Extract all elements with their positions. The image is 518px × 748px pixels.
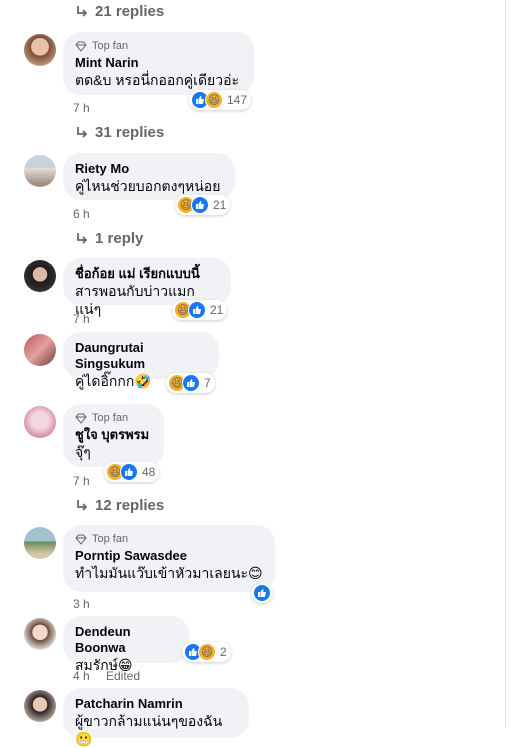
replies-label: 21 replies	[95, 3, 165, 20]
avatar[interactable]	[24, 618, 56, 650]
view-replies-link[interactable]: 31 replies	[75, 124, 164, 141]
commenter-name[interactable]: Porntip Sawasdee	[75, 548, 263, 564]
reaction-count: 21	[213, 198, 227, 212]
avatar[interactable]	[24, 334, 56, 366]
reaction-summary[interactable]	[251, 583, 273, 603]
commenter-name[interactable]: Riety Mo	[75, 161, 223, 177]
avatar[interactable]	[24, 690, 56, 722]
diamond-icon	[75, 413, 87, 424]
replies-label: 31 replies	[95, 124, 165, 141]
reaction-count: 2	[220, 645, 227, 659]
view-replies-link[interactable]: 12 replies	[75, 497, 164, 514]
reaction-summary[interactable]: 😆 2	[182, 642, 231, 662]
commenter-name[interactable]: Patcharin Namrin	[75, 696, 237, 712]
avatar[interactable]	[24, 260, 56, 292]
comment-bubble: Patcharin Namrin ผู้ขาวกล้ามแน่นๆของฉัน😬	[63, 688, 249, 747]
comment-bubble: Top fan ชูใจ บุตรพรม จุ๊ๆ	[63, 404, 164, 467]
diamond-icon	[75, 534, 87, 545]
comment-text: ตด&บ หรอนี่กออกคู่เดียวอ่ะ	[75, 72, 240, 88]
reaction-summary[interactable]: 😆 48	[104, 462, 160, 482]
comment-text: จุ๊ๆ	[75, 444, 91, 460]
replies-label: 1 reply	[95, 230, 144, 247]
like-reaction-icon	[191, 196, 209, 214]
reaction-summary[interactable]: 😆 21	[175, 195, 231, 215]
top-fan-badge: Top fan	[75, 412, 152, 424]
like-reaction-icon	[182, 374, 200, 392]
avatar[interactable]	[24, 155, 56, 187]
edited-label: Edited	[106, 669, 141, 683]
reaction-count: 21	[210, 303, 224, 317]
commenter-name[interactable]: Mint Narin	[75, 55, 242, 71]
avatar[interactable]	[24, 34, 56, 66]
top-fan-badge: Top fan	[75, 40, 242, 52]
commenter-name[interactable]: Daungrutai Singsukum	[75, 340, 207, 372]
view-replies-link[interactable]: 21 replies	[75, 3, 164, 20]
comment-time[interactable]: 7 h	[73, 474, 90, 488]
like-reaction-icon	[120, 463, 138, 481]
comment-bubble: Top fan Porntip Sawasdee ทำไมมันแว๊บเข้า…	[63, 525, 275, 592]
scroll-divider	[505, 0, 506, 728]
reaction-count: 147	[227, 93, 248, 107]
like-reaction-icon	[188, 301, 206, 319]
reply-arrow-icon	[77, 232, 88, 244]
top-fan-badge: Top fan	[75, 533, 263, 545]
reply-arrow-icon	[77, 499, 88, 511]
commenter-name[interactable]: ชูใจ บุตรพรม	[75, 427, 152, 443]
comment-bubble: ชื่อก้อย แม่ เรียกแบบนี้ สารพอนกับบ่าวแม…	[63, 258, 231, 317]
commenter-name[interactable]: Dendeun Boonwa	[75, 624, 177, 656]
diamond-icon	[75, 41, 87, 52]
reaction-summary[interactable]: 😆 21	[172, 300, 228, 320]
avatar[interactable]	[24, 527, 56, 559]
comment-time[interactable]: 7 h	[73, 101, 90, 115]
comment-bubble: Riety Mo คู่ไหนช่วยบอกตงๆหน่อย	[63, 153, 235, 200]
comment-text: คู่ไหนช่วยบอกตงๆหน่อย	[75, 178, 221, 194]
like-reaction-icon	[253, 584, 271, 602]
comment-bubble: Top fan Mint Narin ตด&บ หรอนี่กออกคู่เดี…	[63, 32, 254, 95]
comment-text: ผู้ขาวกล้ามแน่นๆของฉัน😬	[75, 713, 223, 747]
avatar[interactable]	[24, 406, 56, 438]
replies-label: 12 replies	[95, 497, 165, 514]
reaction-summary[interactable]: 😆 147	[189, 90, 252, 110]
commenter-name[interactable]: ชื่อก้อย แม่ เรียกแบบนี้	[75, 266, 219, 282]
reply-arrow-icon	[77, 5, 88, 17]
reaction-count: 7	[204, 376, 211, 390]
comment-time[interactable]: 6 h	[73, 207, 90, 221]
comment-time[interactable]: 7 h	[73, 312, 90, 326]
comment-bubble: Dendeun Boonwa สมรักษ์😁	[63, 616, 189, 673]
view-replies-link[interactable]: 1 reply	[75, 230, 143, 247]
haha-reaction-icon: 😆	[205, 91, 223, 109]
reply-arrow-icon	[77, 126, 88, 138]
comment-bubble: Daungrutai Singsukum คู่ไดอิ๊กกก🤣	[63, 332, 219, 389]
reaction-count: 48	[142, 465, 156, 479]
comment-time[interactable]: 4 h	[73, 669, 90, 683]
comment-time[interactable]: 3 h	[73, 597, 90, 611]
reaction-summary[interactable]: 😆 7	[166, 373, 215, 393]
comment-text: ทำไมมันแว๊บเข้าหัวมาเลยนะ😊	[75, 565, 263, 581]
haha-reaction-icon: 😆	[198, 643, 216, 661]
